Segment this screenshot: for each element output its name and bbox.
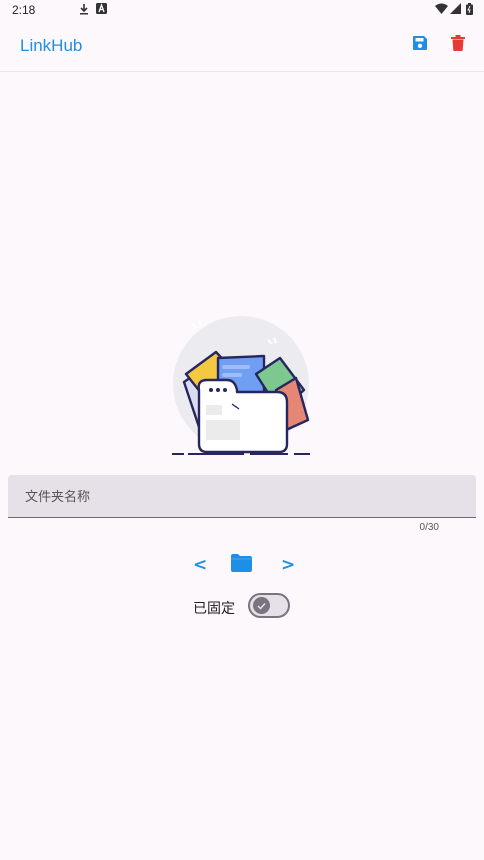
delete-icon <box>451 34 465 56</box>
folder-nav: < > <box>0 553 484 577</box>
app-title: LinkHub <box>20 36 83 55</box>
next-button[interactable]: > <box>281 555 295 575</box>
wifi-icon <box>435 3 448 17</box>
toggle-thumb <box>253 597 270 614</box>
empty-folder-illustration <box>164 312 320 460</box>
pinned-label: 已固定 <box>193 601 235 617</box>
folder-name-input[interactable] <box>23 475 467 519</box>
char-counter: 0/30 <box>419 522 439 533</box>
status-bar: 2:18 <box>0 0 484 20</box>
save-icon <box>412 35 428 56</box>
battery-icon <box>466 3 473 18</box>
folder-icon[interactable] <box>231 554 252 577</box>
pinned-row: 已固定 <box>0 592 484 620</box>
prev-button[interactable]: < <box>193 555 207 575</box>
status-time: 2:18 <box>12 3 36 17</box>
save-button[interactable] <box>409 34 431 56</box>
a-notification-icon <box>96 3 107 17</box>
download-icon <box>78 3 90 18</box>
folder-name-field[interactable] <box>8 475 476 519</box>
signal-icon <box>450 3 461 17</box>
delete-button[interactable] <box>447 34 469 56</box>
check-icon <box>257 597 266 615</box>
pinned-toggle[interactable] <box>248 593 290 618</box>
app-bar: LinkHub <box>0 20 484 72</box>
